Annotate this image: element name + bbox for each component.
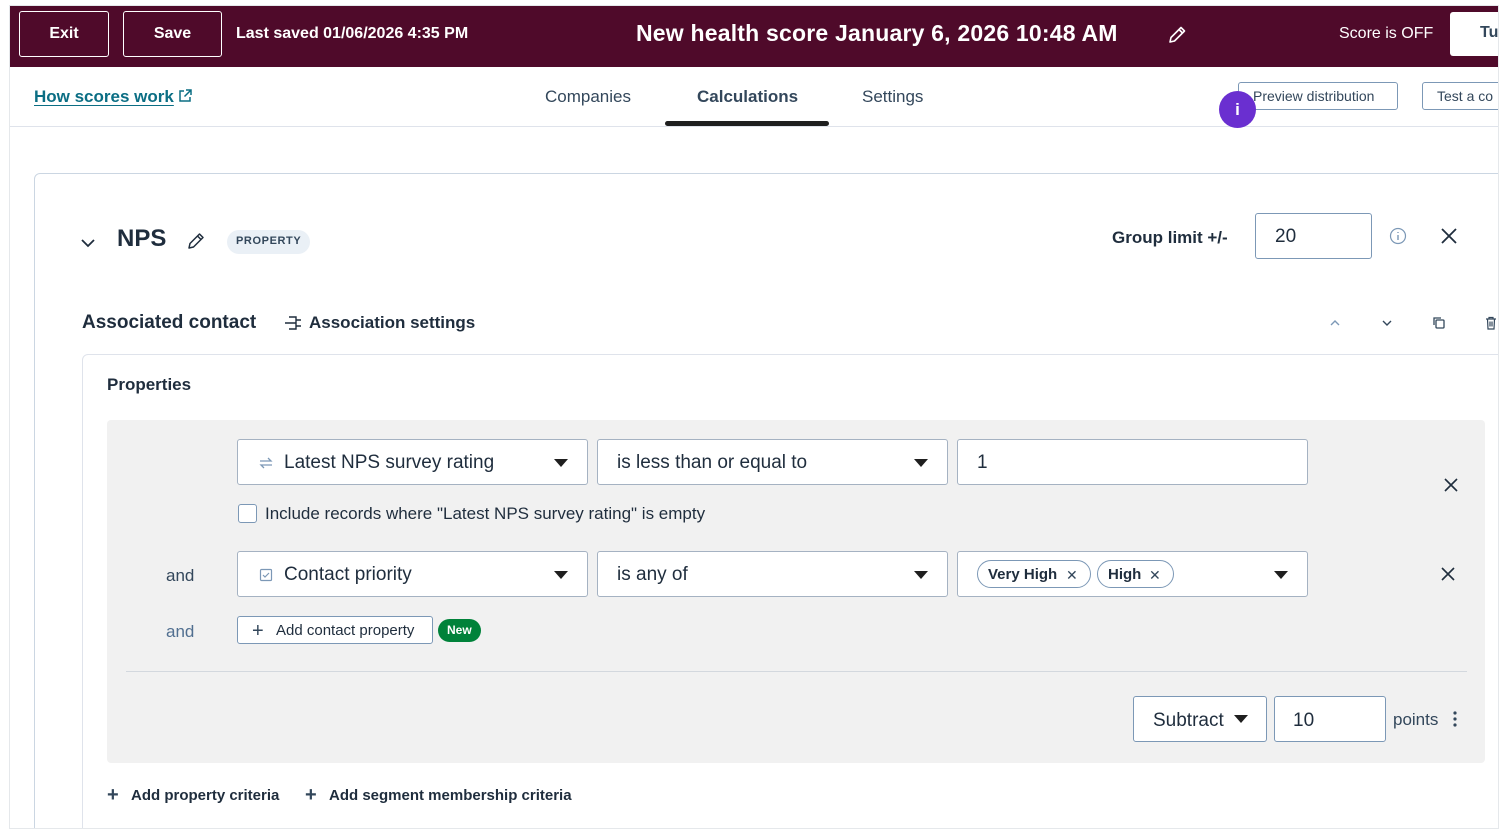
caret-down-icon: [1274, 571, 1288, 579]
caret-down-icon: [914, 571, 928, 579]
app-window: Exit Save Last saved 01/06/2026 4:35 PM …: [10, 6, 1498, 828]
top-bar: Exit Save Last saved 01/06/2026 4:35 PM …: [10, 6, 1498, 67]
chevron-down-icon[interactable]: [1379, 315, 1395, 331]
operator-value: is any of: [617, 564, 688, 585]
page-title: New health score January 6, 2026 10:48 A…: [636, 20, 1118, 46]
group-name: NPS: [117, 225, 167, 252]
checkbox-property-icon: [259, 568, 273, 582]
pencil-icon[interactable]: [186, 231, 206, 251]
operation-value: Subtract: [1153, 710, 1224, 731]
chip-label: High: [1108, 566, 1142, 583]
external-link-icon[interactable]: [177, 88, 193, 104]
caret-down-icon: [914, 459, 928, 467]
last-saved-text: Last saved 01/06/2026 4:35 PM: [236, 25, 469, 42]
operator-dropdown[interactable]: is less than or equal to: [597, 439, 948, 485]
add-property-criteria-label: Add property criteria: [131, 787, 280, 804]
and-connector: and: [166, 566, 195, 585]
save-button[interactable]: Save: [123, 11, 222, 57]
value-chip: High ✕: [1097, 560, 1174, 588]
caret-down-icon: [554, 571, 568, 579]
operator-value: is less than or equal to: [617, 452, 808, 473]
group-limit-label: Group limit +/-: [1112, 228, 1228, 247]
add-contact-property-button[interactable]: + Add contact property: [237, 616, 433, 644]
close-icon[interactable]: [1440, 227, 1458, 245]
chevron-down-icon[interactable]: [79, 234, 97, 252]
plus-icon: +: [107, 784, 119, 806]
include-empty-label: Include records where "Latest NPS survey…: [265, 504, 706, 523]
include-empty-checkbox[interactable]: [238, 504, 257, 523]
active-tab-indicator: [665, 121, 829, 126]
pencil-icon[interactable]: [1166, 24, 1188, 46]
add-segment-criteria-button[interactable]: + Add segment membership criteria: [305, 784, 572, 806]
properties-panel: Properties Latest NPS survey rating is l…: [82, 354, 1498, 828]
exit-button[interactable]: Exit: [19, 11, 109, 57]
plus-icon: +: [305, 784, 317, 806]
more-options-icon[interactable]: [1452, 710, 1458, 728]
property-dropdown[interactable]: Contact priority: [237, 551, 588, 597]
how-scores-work-link[interactable]: How scores work: [34, 87, 174, 107]
property-value: Latest NPS survey rating: [284, 452, 495, 473]
and-connector: and: [166, 622, 195, 641]
add-property-criteria-button[interactable]: + Add property criteria: [107, 784, 279, 806]
info-badge[interactable]: i: [1219, 91, 1256, 128]
multi-value-select[interactable]: Very High ✕ High ✕: [957, 551, 1308, 597]
chevron-up-icon[interactable]: [1327, 315, 1343, 331]
association-settings-button[interactable]: Association settings: [309, 313, 475, 333]
points-input[interactable]: 10: [1274, 696, 1386, 742]
score-status: Score is OFF: [1339, 25, 1434, 42]
tab-settings[interactable]: Settings: [862, 87, 923, 107]
group-limit-input[interactable]: 20: [1255, 213, 1372, 259]
value-input[interactable]: 1: [957, 439, 1308, 485]
trash-icon[interactable]: [1483, 315, 1498, 331]
tab-calculations[interactable]: Calculations: [697, 87, 798, 107]
add-contact-property-label: Add contact property: [276, 622, 415, 639]
chip-remove-icon[interactable]: ✕: [1066, 567, 1078, 584]
preview-distribution-button[interactable]: Preview distribution: [1238, 82, 1398, 110]
divider: [126, 671, 1467, 672]
turn-on-button[interactable]: Tu: [1450, 12, 1498, 56]
close-icon[interactable]: [1440, 566, 1456, 582]
plus-icon: +: [252, 620, 264, 642]
operation-dropdown[interactable]: Subtract: [1133, 696, 1267, 742]
property-dropdown[interactable]: Latest NPS survey rating: [237, 439, 588, 485]
info-icon[interactable]: [1389, 227, 1407, 245]
chip-label: Very High: [988, 566, 1058, 583]
property-badge: PROPERTY: [227, 230, 311, 254]
chip-remove-icon[interactable]: ✕: [1149, 567, 1161, 584]
value-chip: Very High ✕: [977, 560, 1091, 588]
property-value: Contact priority: [284, 564, 412, 585]
association-icon: [285, 316, 301, 330]
properties-title: Properties: [107, 375, 192, 394]
value-text: 1: [977, 452, 988, 473]
caret-down-icon: [1234, 715, 1248, 723]
points-label: points: [1393, 710, 1439, 729]
swap-arrows-icon: [259, 457, 273, 469]
test-company-button[interactable]: Test a co: [1422, 82, 1498, 110]
copy-icon[interactable]: [1431, 315, 1447, 331]
tab-companies[interactable]: Companies: [545, 87, 631, 107]
associated-contact-label: Associated contact: [82, 312, 257, 333]
close-icon[interactable]: [1443, 477, 1459, 493]
score-group-card: NPS PROPERTY Group limit +/- 20 Associat…: [34, 173, 1498, 828]
caret-down-icon: [554, 459, 568, 467]
criteria-block: Latest NPS survey rating is less than or…: [107, 420, 1485, 763]
new-badge: New: [438, 619, 481, 642]
nav-row: How scores work Companies Calculations S…: [10, 67, 1498, 127]
add-segment-criteria-label: Add segment membership criteria: [329, 787, 572, 804]
operator-dropdown[interactable]: is any of: [597, 551, 948, 597]
